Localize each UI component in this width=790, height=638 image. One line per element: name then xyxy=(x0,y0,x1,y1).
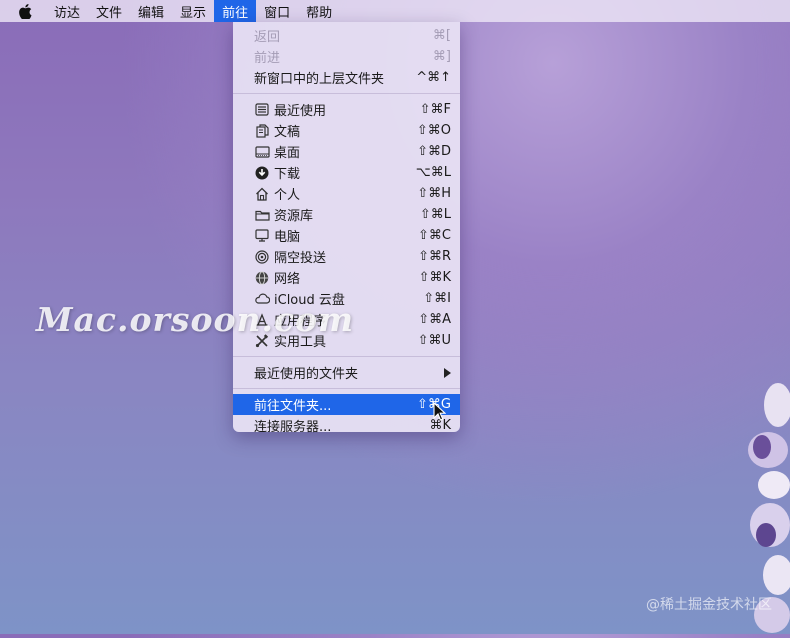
menu-item-shortcut: ⌥⌘L xyxy=(415,165,451,180)
menu-item-label: 电脑 xyxy=(274,230,301,245)
network-icon xyxy=(254,270,270,286)
menu-item-label: 隔空投送 xyxy=(274,251,327,266)
menu-separator xyxy=(233,356,460,357)
menu-item-shortcut: ⇧⌘A xyxy=(418,312,451,327)
menu-item-label: 桌面 xyxy=(274,146,301,161)
menu-item-home[interactable]: 个人 ⇧⌘H xyxy=(233,183,460,204)
watermark-text: Mac.orsoon.com xyxy=(36,300,354,339)
download-icon xyxy=(254,165,270,181)
menu-item-label: 文稿 xyxy=(274,125,301,140)
menu-item-label: 个人 xyxy=(274,188,301,203)
menu-item-recents[interactable]: 最近使用 ⇧⌘F xyxy=(233,99,460,120)
submenu-arrow-icon xyxy=(444,367,451,378)
mouse-pointer-icon xyxy=(433,401,447,425)
menu-separator xyxy=(233,388,460,389)
menu-item-downloads[interactable]: 下载 ⌥⌘L xyxy=(233,162,460,183)
menubar-view[interactable]: 显示 xyxy=(172,0,214,22)
airdrop-icon xyxy=(254,249,270,265)
menu-item-shortcut: ⇧⌘K xyxy=(418,270,451,285)
menu-item-shortcut: ⌘[ xyxy=(432,28,451,43)
menu-item-shortcut: ⌘] xyxy=(432,49,451,64)
computer-icon xyxy=(254,228,270,244)
menu-item-shortcut: ^⌘↑ xyxy=(416,70,451,85)
menubar-finder[interactable]: 访达 xyxy=(46,0,88,22)
documents-icon xyxy=(254,123,270,139)
menu-bar: 访达 文件 编辑 显示 前往 窗口 帮助 xyxy=(0,0,790,22)
go-menu-dropdown: 返回 ⌘[ 前进 ⌘] 新窗口中的上层文件夹 ^⌘↑ 最近使用 ⇧⌘F 文稿 ⇧… xyxy=(233,22,460,435)
menu-item-label: 最近使用的文件夹 xyxy=(254,367,359,382)
menu-item-label: 最近使用 xyxy=(274,104,327,119)
menu-item-library[interactable]: 资源库 ⇧⌘L xyxy=(233,204,460,225)
menu-item-label: 资源库 xyxy=(274,209,314,224)
menubar-file[interactable]: 文件 xyxy=(88,0,130,22)
menu-item-shortcut: ⇧⌘H xyxy=(417,186,451,201)
menu-item-forward[interactable]: 前进 ⌘] xyxy=(233,46,460,67)
menu-separator xyxy=(233,93,460,94)
menubar-window[interactable]: 窗口 xyxy=(256,0,298,22)
menu-item-enclosing-folder[interactable]: 新窗口中的上层文件夹 ^⌘↑ xyxy=(233,67,460,88)
menu-item-label: 连接服务器... xyxy=(254,420,332,435)
menu-item-documents[interactable]: 文稿 ⇧⌘O xyxy=(233,120,460,141)
menu-item-connect-to-server[interactable]: 连接服务器... ⌘K xyxy=(233,415,460,436)
menu-item-label: 新窗口中的上层文件夹 xyxy=(254,72,385,87)
menu-item-shortcut: ⇧⌘R xyxy=(418,249,451,264)
menu-item-label: 前进 xyxy=(254,51,281,66)
menu-item-go-to-folder[interactable]: 前往文件夹... ⇧⌘G xyxy=(233,394,460,415)
menu-item-shortcut: ⇧⌘F xyxy=(419,102,451,117)
menu-item-recent-folders[interactable]: 最近使用的文件夹 xyxy=(233,362,460,383)
menu-item-back[interactable]: 返回 ⌘[ xyxy=(233,25,460,46)
menu-item-airdrop[interactable]: 隔空投送 ⇧⌘R xyxy=(233,246,460,267)
menu-item-shortcut: ⇧⌘D xyxy=(417,144,451,159)
menubar-help[interactable]: 帮助 xyxy=(298,0,340,22)
credit-text: @稀土掘金技术社区 xyxy=(646,597,772,613)
menu-item-label: 网络 xyxy=(274,272,301,287)
menu-item-label: 下载 xyxy=(274,167,301,182)
menu-item-computer[interactable]: 电脑 ⇧⌘C xyxy=(233,225,460,246)
menubar-go[interactable]: 前往 xyxy=(214,0,257,22)
menubar-edit[interactable]: 编辑 xyxy=(130,0,172,22)
menu-item-label: 返回 xyxy=(254,30,281,45)
apple-logo-icon[interactable] xyxy=(18,3,32,19)
folder-icon xyxy=(254,207,270,223)
menu-item-shortcut: ⇧⌘I xyxy=(423,291,451,306)
menu-item-shortcut: ⇧⌘U xyxy=(417,333,451,348)
home-icon xyxy=(254,186,270,202)
desktop-icon xyxy=(254,144,270,160)
menu-item-network[interactable]: 网络 ⇧⌘K xyxy=(233,267,460,288)
menu-item-shortcut: ⇧⌘C xyxy=(418,228,451,243)
menu-item-shortcut: ⇧⌘O xyxy=(416,123,451,138)
menu-item-desktop[interactable]: 桌面 ⇧⌘D xyxy=(233,141,460,162)
recents-icon xyxy=(254,102,270,118)
menu-item-shortcut: ⇧⌘L xyxy=(419,207,451,222)
menu-item-label: 前往文件夹... xyxy=(254,399,332,414)
